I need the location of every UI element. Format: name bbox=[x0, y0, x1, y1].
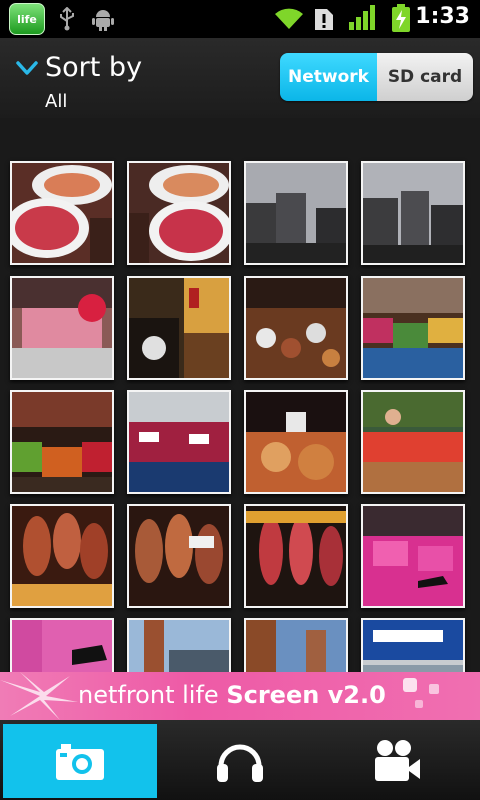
photo-thumbnail[interactable] bbox=[361, 276, 465, 380]
photo-thumbnail[interactable] bbox=[361, 504, 465, 608]
bottom-tab-bar bbox=[0, 720, 480, 800]
tab-photos[interactable] bbox=[3, 724, 157, 798]
photo-thumbnail[interactable] bbox=[10, 618, 114, 672]
banner-title: netfront life Screen v2.0 bbox=[78, 681, 386, 709]
usb-icon bbox=[60, 7, 74, 31]
netfront-life-app-icon: life bbox=[9, 3, 45, 35]
netfront-life-banner[interactable]: netfront life Screen v2.0 bbox=[0, 672, 480, 720]
source-toggle: Network SD card bbox=[280, 53, 473, 101]
photo-thumbnail[interactable] bbox=[127, 618, 231, 672]
decorative-squares-icon bbox=[403, 678, 439, 708]
status-bar: life 1:33 bbox=[0, 0, 480, 38]
video-camera-icon bbox=[375, 740, 420, 781]
photo-thumbnail[interactable] bbox=[361, 161, 465, 265]
tab-video[interactable] bbox=[320, 724, 474, 798]
clock: 1:33 bbox=[415, 4, 470, 29]
header: Sort by All Network SD card bbox=[0, 38, 480, 118]
sd-card-tab[interactable]: SD card bbox=[377, 53, 473, 101]
sort-by-label: Sort by bbox=[45, 52, 143, 83]
chevron-down-icon bbox=[16, 61, 38, 75]
android-debug-icon bbox=[92, 10, 114, 31]
photo-grid bbox=[0, 118, 480, 672]
camera-icon bbox=[56, 744, 104, 780]
sim-alert-icon bbox=[315, 9, 333, 30]
photo-thumbnail[interactable] bbox=[127, 276, 231, 380]
tab-music[interactable] bbox=[163, 724, 317, 798]
photo-thumbnail[interactable] bbox=[5, 161, 114, 265]
sort-by-value: All bbox=[45, 91, 68, 112]
photo-thumbnail[interactable] bbox=[244, 504, 348, 608]
photo-thumbnail[interactable] bbox=[10, 504, 114, 608]
photo-thumbnail[interactable] bbox=[244, 390, 348, 494]
photo-thumbnail[interactable] bbox=[10, 390, 114, 494]
battery-charging-icon bbox=[392, 4, 410, 32]
banner-product: Screen v2.0 bbox=[226, 681, 386, 709]
wifi-icon bbox=[275, 8, 303, 29]
photo-thumbnail[interactable] bbox=[244, 618, 348, 672]
photo-thumbnail[interactable] bbox=[127, 504, 231, 608]
photo-thumbnail[interactable] bbox=[127, 390, 231, 494]
photo-thumbnail[interactable] bbox=[10, 276, 114, 380]
photo-thumbnail[interactable] bbox=[244, 276, 348, 380]
photo-thumbnail[interactable] bbox=[361, 390, 465, 494]
photo-thumbnail[interactable] bbox=[361, 618, 465, 672]
headphones-icon bbox=[217, 744, 263, 782]
network-tab[interactable]: Network bbox=[280, 53, 377, 101]
signal-strength-icon bbox=[349, 5, 375, 30]
app-icon-label: life bbox=[17, 12, 37, 26]
banner-brand: netfront life bbox=[78, 681, 219, 709]
photo-thumbnail[interactable] bbox=[127, 161, 233, 265]
photo-thumbnail[interactable] bbox=[244, 161, 348, 265]
starburst-logo-icon bbox=[0, 672, 78, 720]
